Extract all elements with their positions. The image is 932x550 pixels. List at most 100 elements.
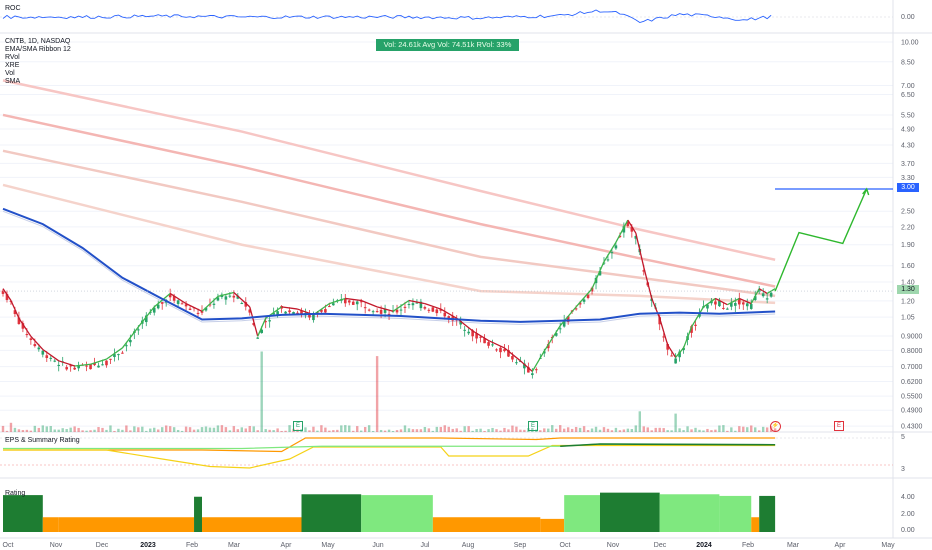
volume-bar bbox=[610, 430, 614, 432]
volume-bar bbox=[208, 427, 212, 432]
earnings-marker-upcoming[interactable]: E bbox=[834, 421, 844, 431]
volume-bar bbox=[176, 429, 180, 432]
earnings-marker[interactable]: E bbox=[528, 421, 538, 431]
ema-segment bbox=[543, 325, 561, 352]
candle-body bbox=[495, 349, 498, 351]
volume-bar bbox=[81, 430, 84, 432]
candle-body bbox=[53, 360, 57, 362]
candle-body bbox=[109, 358, 112, 360]
volume-bar bbox=[495, 429, 498, 432]
candle-body bbox=[332, 303, 335, 306]
candle-body bbox=[375, 311, 379, 313]
candle-body bbox=[443, 312, 447, 317]
candle-body bbox=[288, 310, 291, 313]
volume-bar bbox=[332, 430, 335, 432]
legend-item-sma[interactable]: SMA bbox=[5, 78, 20, 86]
volume-bar bbox=[379, 429, 383, 432]
volume-bar bbox=[304, 427, 307, 432]
candle-body bbox=[734, 303, 737, 306]
ribbon-line bbox=[2, 113, 776, 288]
candle-body bbox=[117, 354, 120, 356]
volume-bar bbox=[578, 427, 582, 432]
dividend-marker[interactable]: ⚡ bbox=[770, 421, 781, 432]
volume-bar bbox=[161, 427, 164, 432]
time-tick-label: Oct bbox=[3, 542, 14, 549]
volume-bar bbox=[367, 425, 371, 432]
time-tick-label: Aug bbox=[462, 542, 475, 549]
volume-bar bbox=[244, 428, 247, 432]
candle-body bbox=[347, 300, 351, 303]
volume-bar bbox=[682, 430, 685, 432]
time-tick-label: Mar bbox=[787, 542, 800, 549]
candle-body bbox=[73, 367, 76, 370]
volume-bar bbox=[73, 426, 76, 432]
candle-body bbox=[467, 331, 470, 334]
earnings-marker[interactable]: E bbox=[293, 421, 303, 431]
projection-arrow bbox=[0, 187, 893, 292]
volume-bar bbox=[758, 430, 761, 432]
rating-bar bbox=[301, 494, 362, 532]
volume-bar bbox=[491, 427, 494, 432]
volume-bar bbox=[328, 430, 331, 432]
rating-bar bbox=[202, 517, 302, 532]
rating-pane bbox=[3, 492, 776, 532]
rating-bar bbox=[432, 517, 541, 532]
time-tick-label: Oct bbox=[560, 542, 571, 549]
ema-segment bbox=[635, 232, 645, 268]
volume-bar bbox=[320, 425, 323, 432]
volume-bar bbox=[726, 430, 729, 432]
price-axis[interactable]: 10.00 8.50 7.00 6.50 5.50 4.90 4.30 3.70 3.30 2.5… bbox=[901, 39, 923, 430]
volume-bar bbox=[706, 428, 709, 432]
candle-body bbox=[403, 306, 407, 308]
volume-bar bbox=[463, 426, 466, 432]
volume-bar bbox=[435, 426, 439, 432]
candle-body bbox=[487, 342, 490, 346]
candle-body bbox=[745, 303, 749, 307]
volume-bar bbox=[352, 430, 355, 432]
ema-segment bbox=[531, 350, 545, 372]
volume-bar bbox=[574, 426, 578, 432]
sma-slow-line bbox=[2, 210, 776, 325]
price-tick-label: 6.50 bbox=[901, 92, 915, 99]
volume-bar bbox=[467, 426, 470, 432]
legend-item-vol[interactable]: Vol bbox=[5, 70, 15, 78]
rating-bar bbox=[600, 492, 660, 532]
volume-bars bbox=[1, 351, 777, 432]
volume-bar bbox=[738, 426, 741, 432]
volume-bar bbox=[547, 428, 550, 432]
current-price-badge: 1.30 bbox=[897, 285, 919, 294]
volume-bar bbox=[65, 429, 68, 432]
time-tick-label: Jun bbox=[372, 542, 383, 549]
volume-bar bbox=[53, 429, 56, 432]
candle-body bbox=[606, 259, 610, 261]
volume-bar bbox=[754, 427, 757, 432]
symbol-title[interactable]: CNTB, 1D, NASDAQ bbox=[5, 38, 70, 46]
legend-item-xre[interactable]: XRE bbox=[5, 62, 19, 70]
volume-bar bbox=[276, 428, 279, 432]
candle-body bbox=[582, 299, 586, 302]
price-tick-label: 0.7000 bbox=[901, 364, 923, 371]
volume-bar bbox=[240, 427, 243, 432]
price-tick-label: 0.4300 bbox=[901, 424, 923, 431]
candle-body bbox=[343, 298, 347, 304]
candle-body bbox=[156, 304, 160, 309]
volume-bar bbox=[375, 356, 379, 432]
eps-pane-label: EPS & Summary Rating bbox=[5, 437, 80, 444]
candle-body bbox=[726, 308, 729, 310]
volume-bar bbox=[423, 426, 427, 432]
candle-body bbox=[196, 312, 200, 314]
volume-bar bbox=[678, 428, 681, 432]
volume-bar bbox=[702, 430, 705, 432]
time-tick-label: Apr bbox=[835, 542, 847, 549]
volume-bar bbox=[523, 429, 526, 432]
volume-bar bbox=[415, 429, 419, 432]
volume-bar bbox=[356, 426, 359, 432]
volume-bar bbox=[479, 428, 482, 432]
volume-bar bbox=[419, 429, 423, 432]
legend-item-rvol[interactable]: RVol bbox=[5, 54, 20, 62]
time-axis[interactable]: Oct Nov Dec 2023 Feb Mar Apr May Jun Jul Aug Sep Oct… bbox=[3, 542, 896, 549]
candle-body bbox=[674, 358, 677, 364]
volume-bar bbox=[228, 430, 232, 432]
rating-bar bbox=[194, 496, 202, 532]
legend-item-ribbon[interactable]: EMA/SMA Ribbon 12 bbox=[5, 46, 71, 54]
